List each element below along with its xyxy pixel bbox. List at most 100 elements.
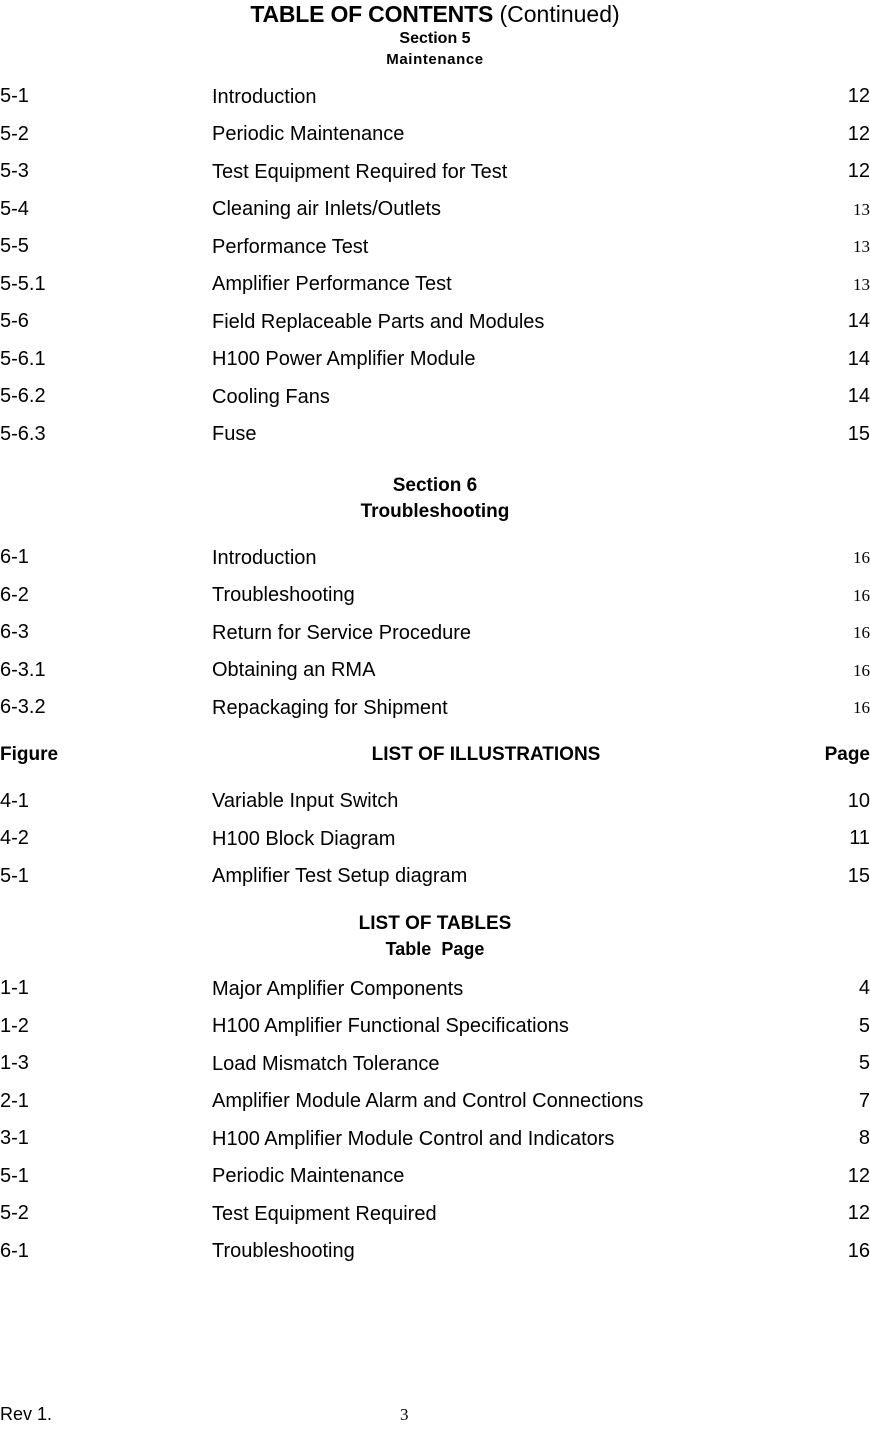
section5-subheading: Maintenance xyxy=(386,51,484,68)
toc-row: 1-2 H100 Amplifier Functional Specificati… xyxy=(0,1008,870,1046)
page-footer: Rev 1. 3 xyxy=(0,1402,870,1428)
illustrations-list: 4-1 Variable Input Switch 10 4-2 H100 Block … xyxy=(0,783,870,896)
footer-revision: Rev 1. xyxy=(0,1404,53,1424)
section6-entry-number: 6-3.2 xyxy=(0,696,46,719)
page-title-main: TABLE OF CONTENTS xyxy=(250,1,494,27)
tables-subheading: Table Page xyxy=(385,939,485,959)
section5-entry-number: 5-4 xyxy=(0,197,29,220)
section6-entry-number: 6-2 xyxy=(0,583,29,606)
illustrations-header-row: Figure LIST OF ILLUSTRATIONS Page xyxy=(0,743,870,767)
toc-row: 5-1 Periodic Maintenance 12 xyxy=(0,1158,870,1196)
toc-row: 3-1 H100 Amplifier Module Control and Ind… xyxy=(0,1120,870,1158)
section5-entry-number: 5-6.3 xyxy=(0,422,46,445)
tables-entry-page: 8 xyxy=(858,1127,870,1150)
section6-entry-page: 16 xyxy=(853,698,870,718)
section5-entry-page: 13 xyxy=(853,274,870,294)
toc-row: 4-1 Variable Input Switch 10 xyxy=(0,783,870,821)
illustrations-entry-title: Amplifier Test Setup diagram xyxy=(212,865,468,888)
illustrations-entry-page: 10 xyxy=(847,789,870,812)
section5-entry-number: 5-6.1 xyxy=(0,347,46,370)
toc-row: 6-3 Return for Service Procedure 16 xyxy=(0,614,870,652)
toc-row: 2-1 Amplifier Module Alarm and Control Co… xyxy=(0,1083,870,1121)
section5-toc-list: 5-1 Introduction 12 5-2 Periodic Maintenance… xyxy=(0,78,870,453)
section5-entry-number: 5-3 xyxy=(0,160,29,183)
tables-entry-title: H100 Amplifier Functional Specifications xyxy=(212,1015,569,1038)
section6-entry-title: Introduction xyxy=(212,546,317,569)
section6-entry-title: Repackaging for Shipment xyxy=(212,696,448,719)
section6-heading: Section 6 xyxy=(392,475,478,496)
tables-entry-page: 4 xyxy=(858,977,870,1000)
section6-entry-number: 6-3 xyxy=(0,621,29,644)
toc-row: 6-1 Introduction 16 xyxy=(0,539,870,577)
tables-entry-page: 5 xyxy=(858,1052,870,1075)
tables-entry-page: 12 xyxy=(847,1164,870,1187)
tables-entry-title: Periodic Maintenance xyxy=(212,1165,405,1188)
illustrations-entry-page: 15 xyxy=(847,864,870,887)
tables-entry-title: Troubleshooting xyxy=(212,1240,355,1263)
section5-entry-page: 12 xyxy=(847,122,870,145)
toc-row: 4-2 H100 Block Diagram 11 xyxy=(0,820,870,858)
tables-entry-page: 16 xyxy=(847,1239,870,1262)
tables-entry-number: 1-3 xyxy=(0,1052,29,1075)
section6-entry-page: 16 xyxy=(853,660,870,680)
page-title-suffix: (Continued) xyxy=(493,1,620,27)
toc-row: 5-3 Test Equipment Required for Test 12 xyxy=(0,153,870,191)
toc-row: 5-6.1 H100 Power Amplifier Module 14 xyxy=(0,341,870,379)
section6-subheading: Troubleshooting xyxy=(360,501,510,522)
tables-entry-number: 1-1 xyxy=(0,977,29,1000)
tables-entry-title: Major Amplifier Components xyxy=(212,977,464,1000)
section5-entry-title: Cleaning air Inlets/Outlets xyxy=(212,198,442,221)
section5-entry-page: 14 xyxy=(847,347,870,370)
section6-entry-page: 16 xyxy=(853,623,870,643)
toc-row: 5-5 Performance Test 13 xyxy=(0,228,870,266)
footer-page-number: 3 xyxy=(400,1405,409,1424)
section5-entry-number: 5-6.2 xyxy=(0,385,46,408)
tables-heading: LIST OF TABLES xyxy=(358,913,512,934)
toc-row: 5-1 Introduction 12 xyxy=(0,78,870,116)
toc-row: 5-1 Amplifier Test Setup diagram 15 xyxy=(0,858,870,896)
section5-entry-title: Field Replaceable Parts and Modules xyxy=(212,310,545,333)
section5-entry-page: 12 xyxy=(847,160,870,183)
section5-entry-page: 14 xyxy=(847,310,870,333)
section6-entry-title: Obtaining an RMA xyxy=(212,659,376,682)
tables-list: 1-1 Major Amplifier Components 4 1-2 H100 Am… xyxy=(0,970,870,1270)
section5-entry-title: Fuse xyxy=(212,423,257,446)
section5-entry-page: 12 xyxy=(847,85,870,108)
illustrations-entry-title: H100 Block Diagram xyxy=(212,827,396,850)
section5-heading: Section 5 xyxy=(399,30,471,47)
toc-row: 5-6.2 Cooling Fans 14 xyxy=(0,378,870,416)
section6-entry-number: 6-1 xyxy=(0,546,29,569)
section6-toc-list: 6-1 Introduction 16 6-2 Troubleshooting 16 6-3… xyxy=(0,539,870,727)
section5-entry-number: 5-2 xyxy=(0,122,29,145)
section5-entry-title: Introduction xyxy=(212,85,317,108)
section6-entry-title: Troubleshooting xyxy=(212,584,355,607)
section6-entry-page: 16 xyxy=(853,585,870,605)
section5-entry-page: 15 xyxy=(847,422,870,445)
section5-entry-page: 13 xyxy=(853,199,870,219)
illustrations-entry-page: 11 xyxy=(849,827,870,850)
tables-entry-number: 2-1 xyxy=(0,1089,29,1112)
section5-entry-page: 14 xyxy=(847,385,870,408)
tables-entry-number: 5-2 xyxy=(0,1202,29,1225)
toc-row: 1-1 Major Amplifier Components 4 xyxy=(0,970,870,1008)
section5-entry-title: Amplifier Performance Test xyxy=(212,273,452,296)
section5-entry-page: 13 xyxy=(853,237,870,257)
section5-entry-number: 5-6 xyxy=(0,310,29,333)
tables-entry-number: 6-1 xyxy=(0,1239,29,1262)
tables-entry-page: 5 xyxy=(858,1014,870,1037)
toc-row: 5-5.1 Amplifier Performance Test 13 xyxy=(0,266,870,304)
section5-entry-title: Performance Test xyxy=(212,235,369,258)
illustrations-heading: LIST OF ILLUSTRATIONS xyxy=(371,743,601,765)
toc-row: 5-2 Test Equipment Required 12 xyxy=(0,1195,870,1233)
tables-entry-number: 3-1 xyxy=(0,1127,29,1150)
section6-entry-number: 6-3.1 xyxy=(0,658,46,681)
toc-row: 6-3.2 Repackaging for Shipment 16 xyxy=(0,689,870,727)
section5-entry-number: 5-1 xyxy=(0,85,29,108)
document-page: TABLE OF CONTENTS (Continued) Section 5 … xyxy=(0,0,870,1440)
illustrations-entry-title: Variable Input Switch xyxy=(212,790,399,813)
tables-entry-title: H100 Amplifier Module Control and Indica… xyxy=(212,1127,615,1150)
toc-row: 5-2 Periodic Maintenance 12 xyxy=(0,116,870,154)
toc-row: 6-3.1 Obtaining an RMA 16 xyxy=(0,652,870,690)
tables-entry-page: 12 xyxy=(847,1202,870,1225)
page-title: TABLE OF CONTENTS (Continued) xyxy=(0,0,870,28)
